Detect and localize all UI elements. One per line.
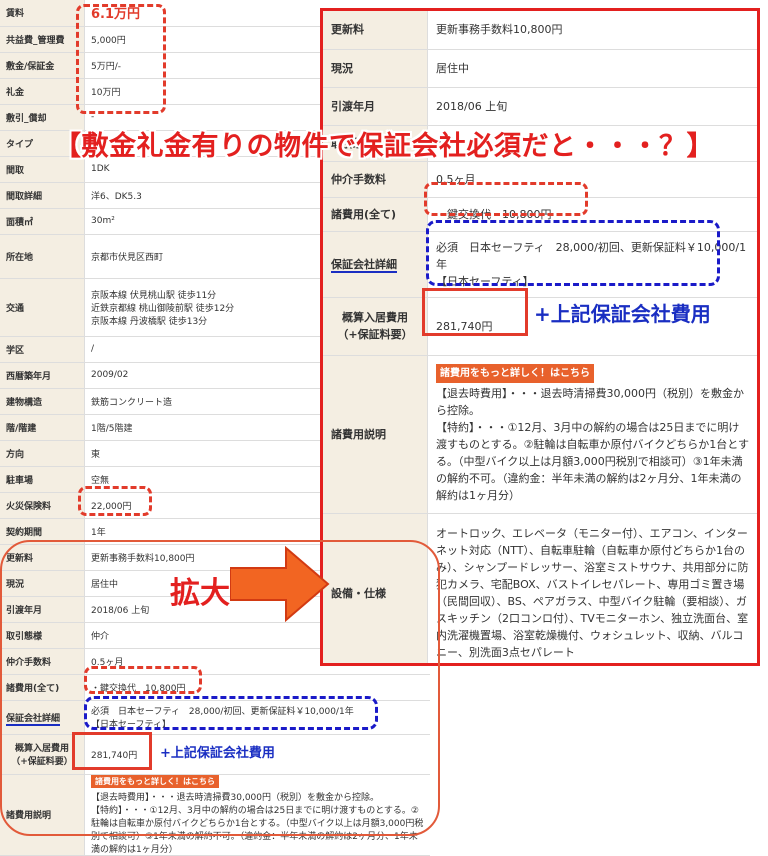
bg-row-label: 建物構造	[0, 388, 85, 415]
highlight-rent-deposit	[76, 4, 166, 114]
bg-row-label: 方向	[0, 440, 85, 467]
zoom-fee-detail-link[interactable]: 諸費用をもっと詳しく！はこちら	[436, 364, 594, 383]
bg-row-label: 学区	[0, 336, 85, 363]
bg-row-label: 交通	[0, 278, 85, 337]
bg-row-label: 階/階建	[0, 414, 85, 441]
zoom-row-label: 仲介手数料	[323, 161, 428, 198]
zoom-arrow-icon	[230, 546, 330, 622]
zoom-row: 諸費用説明 諸費用をもっと詳しく！はこちら 【退去時費用】・・・退去時清掃費30,0…	[323, 355, 757, 514]
zoom-row-label: 現況	[323, 49, 428, 88]
highlight-zoom-key-exchange	[424, 182, 588, 216]
headline: 【敷金礼金有りの物件で保証会社必須だと・・・？】	[54, 131, 714, 162]
highlight-fire-insurance	[78, 486, 152, 516]
bg-row-label: 西暦築年月	[0, 362, 85, 389]
highlight-zoom-move-in-cost	[422, 288, 528, 336]
bg-row-label: 面積㎡	[0, 208, 85, 235]
bg-row-label: 礼金	[0, 78, 85, 105]
zoom-row-value: オートロック、エレベータ（モニター付）、エアコン、インターネット対応（NTT）、…	[427, 513, 757, 663]
zoom-row-value: 諸費用をもっと詳しく！はこちら 【退去時費用】・・・退去時清掃費30,000円（税…	[427, 355, 757, 514]
zoom-row: 更新料 更新事務手数料10,800円	[323, 11, 757, 50]
zoom-row-label: 諸費用説明	[323, 355, 428, 514]
zoom-row-label: 諸費用(全て)	[323, 197, 428, 232]
bg-row-label: 共益費_管理費	[0, 26, 85, 53]
bg-row-label: 間取詳細	[0, 182, 85, 209]
zoom-row-value: 2018/06 上旬	[427, 87, 757, 126]
zoom-row-label: 引渡年月	[323, 87, 428, 126]
bg-guarantor-fee-note: +上記保証会社費用	[160, 746, 275, 761]
bg-row-label: 所在地	[0, 234, 85, 279]
highlight-zoom-guarantor	[426, 220, 720, 286]
zoom-row: 引渡年月 2018/06 上旬	[323, 87, 757, 126]
bg-row-label: 敷金/保証金	[0, 52, 85, 79]
bg-row-label: 駐車場	[0, 466, 85, 493]
zoom-row-label: 概算入居費用 （+保証料要）	[323, 297, 428, 356]
zoom-row-value: 居住中	[427, 49, 757, 88]
bg-row-label: 火災保険料	[0, 492, 85, 519]
zoom-row-label: 保証会社詳細	[323, 231, 428, 298]
zoom-row-value: 更新事務手数料10,800円	[427, 11, 757, 50]
zoom-row: 現況 居住中	[323, 49, 757, 88]
zoom-row-label: 更新料	[323, 11, 428, 50]
zoom-label: 拡大	[170, 576, 230, 611]
bg-row-label: 賃料	[0, 0, 85, 27]
zoom-guarantor-fee-note: +上記保証会社費用	[534, 302, 711, 326]
